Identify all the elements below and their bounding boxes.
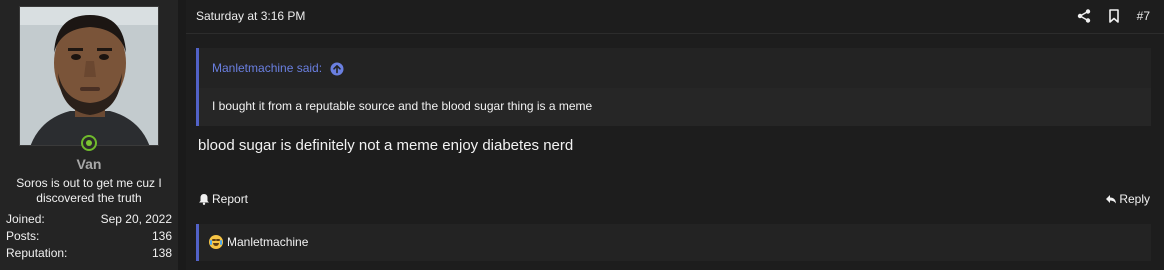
- quote-author-link[interactable]: Manletmachine said:: [212, 61, 322, 75]
- header-actions: #7: [1077, 7, 1150, 25]
- reply-button[interactable]: Reply: [1105, 190, 1150, 208]
- user-title: Soros is out to get me cuz I discovered …: [16, 176, 162, 205]
- share-icon[interactable]: [1077, 9, 1091, 23]
- username[interactable]: Van: [0, 156, 178, 172]
- user-info-panel: Van Soros is out to get me cuz I discove…: [0, 0, 178, 270]
- quote-text: I bought it from a reputable source and …: [199, 88, 1151, 126]
- quote-block: Manletmachine said: I bought it from a r…: [196, 48, 1151, 126]
- stat-value: 136: [151, 229, 172, 243]
- stat-value: Sep 20, 2022: [100, 212, 172, 226]
- reply-arrow-icon: [1106, 195, 1117, 204]
- online-status-icon: [81, 135, 97, 151]
- bell-icon: [199, 194, 209, 205]
- avatar[interactable]: [19, 6, 159, 146]
- stat-label: Posts:: [6, 229, 40, 243]
- stat-label: Reputation:: [6, 246, 68, 260]
- crying-laughing-emoji-icon: [209, 235, 223, 249]
- message-container: Saturday at 3:16 PM #7 Manletmachine sai…: [186, 0, 1164, 270]
- stat-value: 138: [151, 246, 172, 260]
- reactions-bar[interactable]: Manletmachine: [196, 224, 1151, 261]
- post-number-link[interactable]: #7: [1137, 9, 1150, 23]
- reply-label: Reply: [1119, 192, 1150, 206]
- reaction-users-link[interactable]: Manletmachine: [227, 235, 308, 249]
- bookmark-icon[interactable]: [1107, 9, 1121, 23]
- message-body: blood sugar is definitely not a meme enj…: [198, 137, 574, 154]
- quote-header: Manletmachine said:: [199, 48, 1151, 88]
- avatar-image: [20, 7, 158, 145]
- message-header: Saturday at 3:16 PM #7: [186, 0, 1164, 34]
- stat-reputation: Reputation: 138: [6, 246, 172, 262]
- stat-label: Joined:: [6, 212, 45, 226]
- arrow-up-circle-icon[interactable]: [330, 62, 344, 76]
- stat-posts: Posts: 136: [6, 229, 172, 245]
- stat-joined: Joined: Sep 20, 2022: [6, 212, 172, 228]
- report-label: Report: [212, 192, 249, 206]
- report-button[interactable]: Report: [198, 190, 248, 208]
- post-date[interactable]: Saturday at 3:16 PM: [196, 9, 305, 23]
